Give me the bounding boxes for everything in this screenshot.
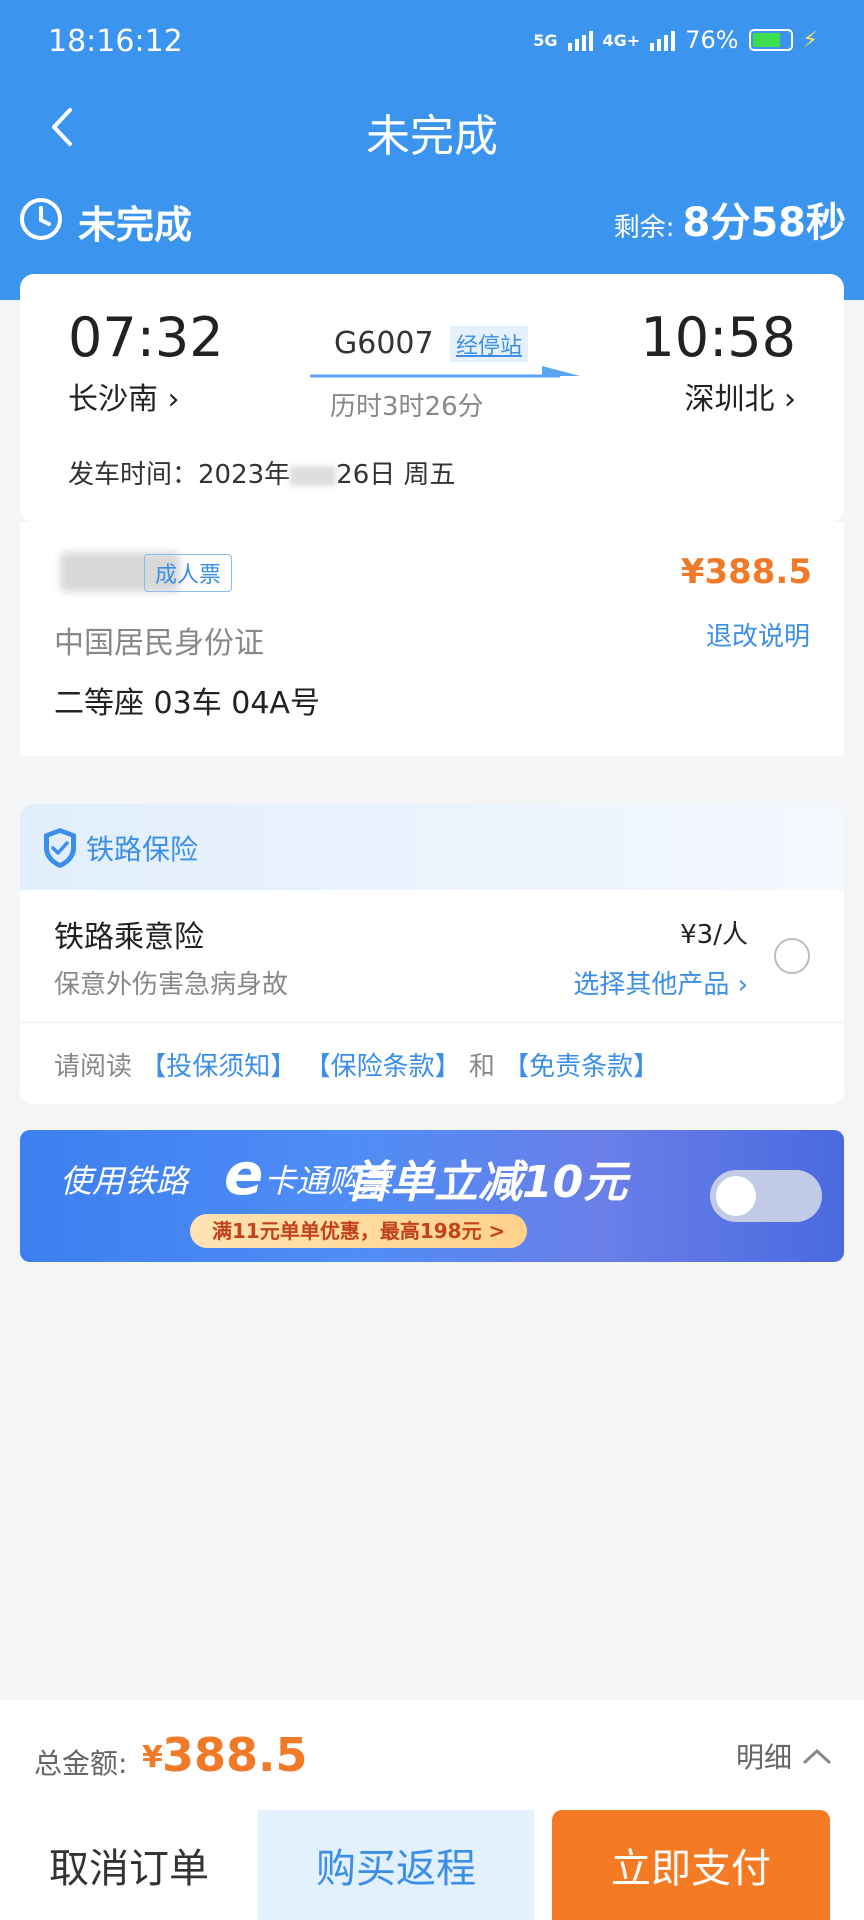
banner-headline: 首单立减10元 <box>346 1157 628 1208</box>
battery-percent: 76% <box>685 26 739 54</box>
bottom-bar: 总金额: ¥ 388.5 明细 取消订单 购买返程 立即支付 <box>0 1700 864 1920</box>
total-currency: ¥ <box>142 1740 163 1775</box>
arrive-time: 10:58 <box>640 306 796 369</box>
detail-label: 明细 <box>735 1741 792 1774</box>
trip-card: 07:32 长沙南 › G6007 经停站 历时3时26分 10:58 深圳北 … <box>20 274 844 522</box>
seat-info: 二等座 03车 04A号 <box>54 686 320 721</box>
date-redacted <box>290 465 337 486</box>
page-title: 未完成 <box>366 111 498 162</box>
insurance-card: 铁路保险 铁路乘意险 保意外伤害急病身故 ¥3/人 选择其他产品 › 请阅读 【… <box>20 804 844 1104</box>
terms-notice: 请阅读 【投保须知】 【保险条款】 和 【免责条款】 <box>54 1046 659 1083</box>
detail-toggle[interactable]: 明细 <box>736 1736 832 1776</box>
arrive-station[interactable]: 深圳北 › <box>684 374 796 418</box>
buy-return-button[interactable]: 购买返程 <box>258 1810 534 1920</box>
remaining-time: 剩余: 8分58秒 <box>614 190 846 248</box>
status-bar: 18:16:12 5G 4G+ 76% ⚡ <box>0 0 864 84</box>
signal-icon <box>650 29 676 51</box>
cancel-order-button[interactable]: 取消订单 <box>0 1810 258 1920</box>
train-number: G6007 <box>334 326 434 361</box>
pay-now-button[interactable]: 立即支付 <box>552 1810 830 1920</box>
charging-icon: ⚡ <box>802 27 818 53</box>
clock-icon <box>20 198 62 240</box>
network-4g-label: 4G+ <box>602 30 641 50</box>
ticket-price: ¥388.5 <box>680 552 812 592</box>
refund-policy-link[interactable]: 退改说明 <box>706 616 810 653</box>
stops-link[interactable]: 经停站 <box>450 326 529 362</box>
banner-offer-pill[interactable]: 满11元单单优惠，最高198元 > <box>190 1214 528 1248</box>
insurance-terms-link[interactable]: 【保险条款】 <box>305 1052 461 1082</box>
insurance-notice-link[interactable]: 【投保须知】 <box>140 1052 296 1082</box>
exemption-terms-link[interactable]: 【免责条款】 <box>503 1052 659 1082</box>
remaining-value: 8分58秒 <box>682 200 847 246</box>
chevron-up-icon <box>803 1748 831 1764</box>
total-label: 总金额: <box>34 1747 128 1780</box>
ecard-logo: e <box>224 1140 264 1208</box>
status-indicators: 5G 4G+ 76% ⚡ <box>533 26 818 54</box>
ecard-toggle[interactable] <box>710 1170 822 1222</box>
direction-arrow-icon <box>310 366 580 378</box>
battery-icon <box>748 29 793 51</box>
insurance-price: ¥3/人 <box>680 920 748 950</box>
ecard-promo-banner[interactable]: 使用铁路 e 卡通购票 首单立减10元 满11元单单优惠，最高198元 > <box>20 1130 844 1262</box>
order-status-label: 未完成 <box>78 203 193 247</box>
depart-station[interactable]: 长沙南 › <box>68 374 180 418</box>
network-5g-label: 5G <box>533 30 558 50</box>
insurance-header: 铁路保险 <box>20 804 844 890</box>
shield-icon <box>44 828 76 868</box>
insurance-description: 保意外伤害急病身故 <box>54 970 289 1000</box>
nav-bar: 未完成 <box>0 84 864 170</box>
order-status-row: 未完成 剩余: 8分58秒 <box>18 190 846 250</box>
toggle-knob <box>716 1176 756 1216</box>
passenger-card: 成人票 ¥388.5 中国居民身份证 退改说明 二等座 03车 04A号 <box>20 522 844 756</box>
insurance-radio[interactable] <box>774 938 810 974</box>
banner-text-prefix: 使用铁路 <box>60 1162 189 1200</box>
id-type: 中国居民身份证 <box>54 626 264 661</box>
and-text: 和 <box>468 1052 495 1082</box>
depart-date: 发车时间：2023年 26日 周五 <box>68 454 456 491</box>
ticket-type-badge: 成人票 <box>144 554 233 592</box>
trip-duration: 历时3时26分 <box>330 392 484 422</box>
insurance-section-title: 铁路保险 <box>86 833 199 866</box>
status-time: 18:16:12 <box>48 24 183 59</box>
remaining-label: 剩余: <box>613 213 675 243</box>
depart-date-prefix: 发车时间：2023年 <box>68 460 291 490</box>
divider <box>20 1022 844 1023</box>
total-amount: 388.5 <box>162 1728 308 1782</box>
read-prefix: 请阅读 <box>54 1052 133 1082</box>
insurance-name: 铁路乘意险 <box>54 920 204 955</box>
other-products-link[interactable]: 选择其他产品 › <box>573 964 748 1001</box>
signal-icon <box>567 29 593 51</box>
depart-date-suffix: 26日 周五 <box>336 460 456 490</box>
depart-time: 07:32 <box>68 306 224 369</box>
